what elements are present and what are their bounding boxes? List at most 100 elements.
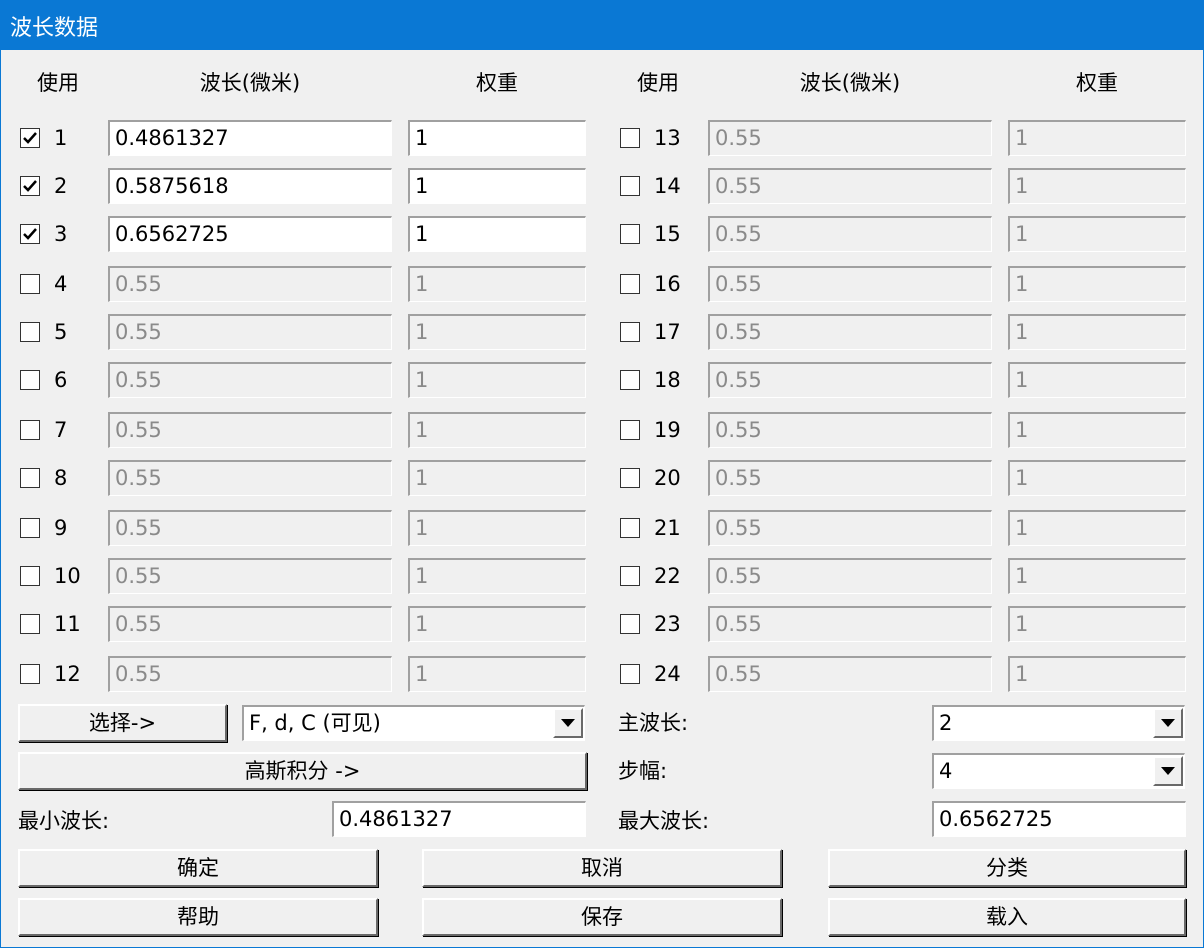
wavelength-field[interactable]: 0.55 (708, 216, 992, 252)
weight-field[interactable]: 1 (408, 168, 586, 204)
row-number: 6 (54, 368, 68, 392)
weight-field[interactable]: 1 (408, 266, 586, 302)
header-wavelength-right: 波长(微米) (799, 71, 901, 95)
wavelength-field[interactable]: 0.55 (708, 558, 992, 594)
use-checkbox[interactable] (620, 322, 640, 342)
use-checkbox[interactable] (20, 518, 40, 538)
sort-button[interactable]: 分类 (828, 849, 1186, 887)
row-number: 1 (54, 126, 68, 150)
header-weight-right: 权重 (1076, 71, 1118, 95)
wavelength-field[interactable]: 0.55 (108, 314, 392, 350)
preset-combo-dropdown[interactable] (553, 708, 583, 738)
use-checkbox[interactable] (20, 566, 40, 586)
wavelength-field[interactable]: 0.55 (108, 656, 392, 692)
row-number: 15 (654, 222, 681, 246)
gauss-quadrature-button[interactable]: 高斯积分 -> (18, 752, 587, 790)
ok-button[interactable]: 确定 (18, 849, 378, 887)
use-checkbox[interactable] (20, 370, 40, 390)
use-checkbox[interactable] (620, 176, 640, 196)
weight-field[interactable]: 1 (1008, 412, 1186, 448)
weight-field[interactable]: 1 (408, 558, 586, 594)
row-number: 23 (654, 612, 681, 636)
use-checkbox[interactable] (20, 468, 40, 488)
load-button[interactable]: 载入 (828, 898, 1186, 936)
weight-field[interactable]: 1 (408, 460, 586, 496)
wavelength-field[interactable]: 0.55 (108, 460, 392, 496)
primary-wavelength-combo[interactable]: 2 (932, 705, 1185, 741)
step-dropdown[interactable] (1153, 756, 1183, 786)
wavelength-field[interactable]: 0.55 (708, 314, 992, 350)
header-wavelength-left: 波长(微米) (199, 71, 301, 95)
cancel-button[interactable]: 取消 (422, 849, 782, 887)
wavelength-field[interactable]: 0.55 (708, 168, 992, 204)
step-combo[interactable]: 4 (932, 753, 1185, 789)
wavelength-field[interactable]: 0.55 (108, 412, 392, 448)
wavelength-field[interactable]: 0.55 (108, 362, 392, 398)
primary-wavelength-dropdown[interactable] (1153, 708, 1183, 738)
weight-field[interactable]: 1 (408, 362, 586, 398)
weight-field[interactable]: 1 (1008, 606, 1186, 642)
help-button[interactable]: 帮助 (18, 898, 378, 936)
save-button[interactable]: 保存 (422, 898, 782, 936)
wavelength-field[interactable]: 0.55 (108, 558, 392, 594)
weight-field[interactable]: 1 (1008, 558, 1186, 594)
preset-combo-value: F, d, C (可见) (249, 711, 381, 735)
weight-field[interactable]: 1 (1008, 314, 1186, 350)
use-checkbox[interactable] (620, 566, 640, 586)
use-checkbox[interactable] (620, 274, 640, 294)
weight-field[interactable]: 1 (408, 656, 586, 692)
use-checkbox[interactable] (20, 664, 40, 684)
weight-field[interactable]: 1 (408, 314, 586, 350)
wavelength-field[interactable]: 0.55 (708, 412, 992, 448)
weight-field[interactable]: 1 (408, 412, 586, 448)
wavelength-field[interactable]: 0.4861327 (108, 120, 392, 156)
weight-field[interactable]: 1 (1008, 460, 1186, 496)
max-wavelength-field[interactable]: 0.6562725 (932, 801, 1186, 837)
weight-field[interactable]: 1 (408, 510, 586, 546)
use-checkbox[interactable] (20, 420, 40, 440)
wavelength-field[interactable]: 0.55 (108, 266, 392, 302)
use-checkbox[interactable] (20, 128, 40, 148)
use-checkbox[interactable] (620, 128, 640, 148)
use-checkbox[interactable] (20, 224, 40, 244)
checkmark-icon (23, 228, 37, 240)
row-number: 3 (54, 222, 68, 246)
checkmark-icon (23, 180, 37, 192)
wavelength-field[interactable]: 0.55 (708, 510, 992, 546)
wavelength-field[interactable]: 0.55 (708, 656, 992, 692)
weight-field[interactable]: 1 (408, 606, 586, 642)
use-checkbox[interactable] (620, 468, 640, 488)
weight-field[interactable]: 1 (1008, 656, 1186, 692)
wavelength-field[interactable]: 0.5875618 (108, 168, 392, 204)
preset-combo[interactable]: F, d, C (可见) (242, 705, 585, 741)
weight-field[interactable]: 1 (1008, 120, 1186, 156)
wavelength-field[interactable]: 0.55 (708, 460, 992, 496)
wavelength-field[interactable]: 0.55 (708, 362, 992, 398)
wavelength-field[interactable]: 0.55 (108, 606, 392, 642)
weight-field[interactable]: 1 (1008, 168, 1186, 204)
use-checkbox[interactable] (620, 224, 640, 244)
use-checkbox[interactable] (20, 614, 40, 634)
use-checkbox[interactable] (620, 614, 640, 634)
weight-field[interactable]: 1 (408, 120, 586, 156)
weight-field[interactable]: 1 (1008, 510, 1186, 546)
row-number: 14 (654, 174, 681, 198)
select-button[interactable]: 选择-> (18, 704, 227, 742)
min-wavelength-field[interactable]: 0.4861327 (332, 801, 586, 837)
weight-field[interactable]: 1 (1008, 362, 1186, 398)
use-checkbox[interactable] (620, 420, 640, 440)
use-checkbox[interactable] (620, 664, 640, 684)
use-checkbox[interactable] (20, 176, 40, 196)
wavelength-field[interactable]: 0.55 (708, 120, 992, 156)
wavelength-field[interactable]: 0.6562725 (108, 216, 392, 252)
weight-field[interactable]: 1 (1008, 216, 1186, 252)
wavelength-field[interactable]: 0.55 (708, 606, 992, 642)
weight-field[interactable]: 1 (408, 216, 586, 252)
use-checkbox[interactable] (620, 518, 640, 538)
wavelength-field[interactable]: 0.55 (108, 510, 392, 546)
use-checkbox[interactable] (620, 370, 640, 390)
use-checkbox[interactable] (20, 322, 40, 342)
use-checkbox[interactable] (20, 274, 40, 294)
wavelength-field[interactable]: 0.55 (708, 266, 992, 302)
weight-field[interactable]: 1 (1008, 266, 1186, 302)
